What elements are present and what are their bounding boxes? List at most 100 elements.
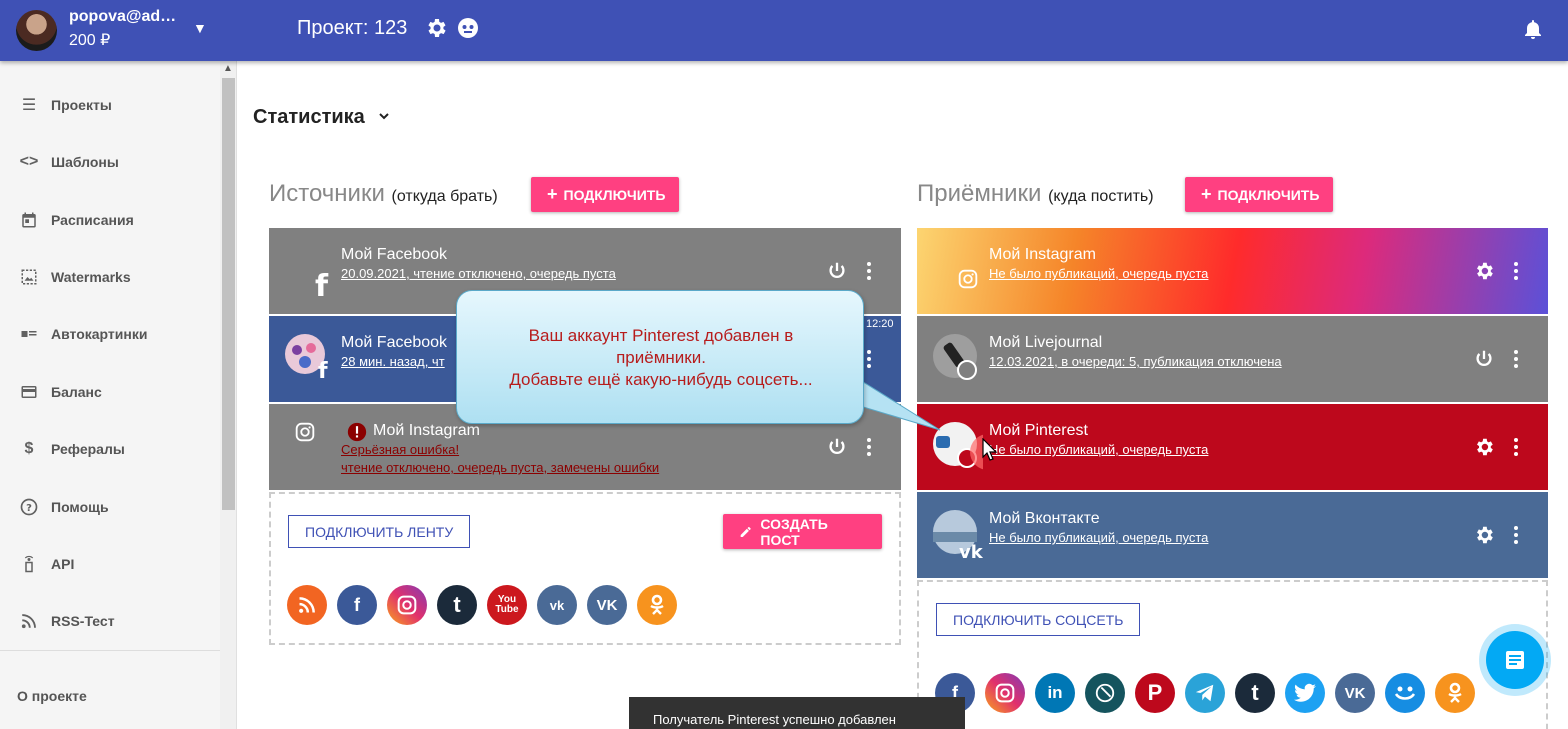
sidebar-item-autopictures[interactable]: Автокартинки bbox=[0, 314, 220, 354]
receivers-title: Приёмники (куда постить) bbox=[917, 180, 1154, 207]
facebook-source-icon[interactable]: f bbox=[337, 585, 377, 625]
svg-text:vk: vk bbox=[959, 542, 983, 560]
vk-video-source-icon[interactable]: vk bbox=[537, 585, 577, 625]
gear-icon[interactable] bbox=[1473, 436, 1495, 458]
feedback-fab[interactable] bbox=[1479, 624, 1551, 696]
instagram-icon bbox=[958, 269, 978, 289]
odnoklassniki-source-icon[interactable] bbox=[637, 585, 677, 625]
gear-icon[interactable] bbox=[1473, 524, 1495, 546]
sidebar-item-rss-test[interactable]: RSS-Тест bbox=[0, 601, 220, 641]
connect-receiver-button[interactable]: + ПОДКЛЮЧИТЬ bbox=[1185, 177, 1333, 212]
sources-title: Источники (откуда брать) bbox=[269, 180, 498, 207]
gear-icon[interactable] bbox=[1473, 260, 1495, 282]
sidebar-item-help[interactable]: ? Помощь bbox=[0, 487, 220, 527]
power-icon[interactable] bbox=[1473, 348, 1495, 370]
chevron-down-icon[interactable] bbox=[376, 108, 392, 124]
sidebar-item-balance[interactable]: Баланс bbox=[0, 372, 220, 412]
telegram-receiver-icon[interactable] bbox=[1185, 673, 1225, 713]
project-title: Проект: 123 bbox=[297, 17, 408, 39]
tumblr-source-icon[interactable]: t bbox=[437, 585, 477, 625]
chevron-down-icon[interactable]: ▼ bbox=[193, 20, 207, 36]
receiver-card-vkontakte[interactable]: vk Мой Вконтакте Не было публикаций, оче… bbox=[917, 492, 1548, 578]
callout-pointer bbox=[860, 380, 941, 431]
sidebar: ☰ Проекты <> Шаблоны Расписания Watermarks… bbox=[0, 61, 237, 729]
picture-text-icon bbox=[19, 324, 39, 344]
receiver-card-instagram[interactable]: Мой Instagram Не было публикаций, очеред… bbox=[917, 228, 1548, 314]
calendar-icon bbox=[19, 210, 39, 230]
more-vert-icon[interactable] bbox=[1513, 525, 1519, 545]
user-email[interactable]: popova@ad… bbox=[69, 8, 176, 26]
credit-card-icon bbox=[19, 382, 39, 402]
dollar-icon: $ bbox=[24, 440, 34, 457]
scroll-thumb[interactable] bbox=[222, 78, 235, 510]
twitter-receiver-icon[interactable] bbox=[1285, 673, 1325, 713]
vk-avatar-icon: vk bbox=[933, 510, 983, 560]
sidebar-divider bbox=[0, 650, 220, 651]
power-icon[interactable] bbox=[826, 436, 848, 458]
list-icon: ☰ bbox=[21, 97, 37, 114]
connect-feed-button[interactable]: ПОДКЛЮЧИТЬ ЛЕНТУ bbox=[288, 515, 471, 548]
gear-icon[interactable] bbox=[424, 16, 448, 40]
api-icon bbox=[19, 554, 39, 574]
snackbar: Получатель Pinterest успешно добавлен bbox=[629, 697, 965, 729]
more-vert-icon[interactable] bbox=[866, 349, 872, 369]
svg-text:f: f bbox=[318, 359, 328, 384]
avatar[interactable] bbox=[16, 10, 57, 51]
sidebar-item-api[interactable]: API bbox=[0, 544, 220, 584]
card-time-badge: 12:20 bbox=[866, 318, 894, 330]
more-vert-icon[interactable] bbox=[1513, 349, 1519, 369]
plus-icon: + bbox=[1201, 184, 1212, 204]
instagram-receiver-icon[interactable] bbox=[985, 673, 1025, 713]
rss-icon bbox=[19, 611, 39, 631]
moimir-receiver-icon[interactable] bbox=[1385, 673, 1425, 713]
sidebar-item-referrals[interactable]: $ Рефералы bbox=[0, 429, 220, 469]
livejournal-icon bbox=[933, 334, 977, 380]
instagram-icon bbox=[295, 422, 315, 442]
connect-social-button[interactable]: ПОДКЛЮЧИТЬ СОЦСЕТЬ bbox=[936, 603, 1141, 636]
youtube-source-icon[interactable]: You Tube bbox=[487, 585, 527, 625]
linkedin-receiver-icon[interactable]: in bbox=[1035, 673, 1075, 713]
scroll-up-arrow-icon[interactable]: ▲ bbox=[220, 61, 236, 77]
facebook-avatar-icon: f bbox=[285, 334, 328, 384]
connect-source-button[interactable]: + ПОДКЛЮЧИТЬ bbox=[531, 177, 679, 212]
cursor-icon bbox=[982, 438, 998, 461]
receiver-card-livejournal[interactable]: Мой Livejournal 12.03.2021, в очереди: 5… bbox=[917, 316, 1548, 402]
svg-text:?: ? bbox=[26, 503, 32, 514]
robot-icon[interactable] bbox=[456, 16, 480, 40]
sidebar-item-projects[interactable]: ☰ Проекты bbox=[0, 85, 220, 125]
facebook-icon: f bbox=[315, 269, 329, 296]
vk-receiver-icon[interactable]: VK bbox=[1335, 673, 1375, 713]
livejournal-receiver-icon[interactable] bbox=[1085, 673, 1125, 713]
tutorial-callout: Ваш аккаунт Pinterest добавлен в приёмни… bbox=[456, 290, 864, 424]
user-balance: 200 ₽ bbox=[69, 32, 111, 49]
image-icon bbox=[19, 267, 39, 287]
help-icon: ? bbox=[19, 497, 39, 517]
power-icon[interactable] bbox=[826, 260, 848, 282]
code-icon: <> bbox=[19, 153, 39, 170]
sidebar-scrollbar[interactable]: ▲ bbox=[220, 61, 236, 729]
odnoklassniki-receiver-icon[interactable] bbox=[1435, 673, 1475, 713]
pencil-icon bbox=[740, 526, 751, 537]
pinterest-receiver-icon[interactable]: P bbox=[1135, 673, 1175, 713]
instagram-source-icon[interactable] bbox=[387, 585, 427, 625]
top-app-bar: popova@ad… 200 ₽ ▼ Проект: 123 bbox=[0, 0, 1568, 61]
sidebar-item-schedules[interactable]: Расписания bbox=[0, 200, 220, 240]
note-icon bbox=[1506, 651, 1524, 669]
sidebar-item-templates[interactable]: <> Шаблоны bbox=[0, 142, 220, 182]
receiver-card-pinterest[interactable]: Мой Pinterest Не было публикаций, очеред… bbox=[917, 404, 1548, 490]
error-icon bbox=[347, 422, 367, 442]
sidebar-item-about[interactable]: О проекте bbox=[17, 688, 87, 704]
svg-text:f: f bbox=[315, 269, 329, 296]
sidebar-item-watermarks[interactable]: Watermarks bbox=[0, 257, 220, 297]
create-post-button[interactable]: СОЗДАТЬ ПОСТ bbox=[723, 514, 882, 549]
rss-source-icon[interactable] bbox=[287, 585, 327, 625]
more-vert-icon[interactable] bbox=[866, 261, 872, 281]
more-vert-icon[interactable] bbox=[1513, 261, 1519, 281]
more-vert-icon[interactable] bbox=[866, 437, 872, 457]
vk-source-icon[interactable]: VK bbox=[587, 585, 627, 625]
statistics-title[interactable]: Статистика bbox=[253, 106, 365, 129]
more-vert-icon[interactable] bbox=[1513, 437, 1519, 457]
plus-icon: + bbox=[547, 184, 558, 204]
bell-icon[interactable] bbox=[1521, 17, 1545, 41]
tumblr-receiver-icon[interactable]: t bbox=[1235, 673, 1275, 713]
